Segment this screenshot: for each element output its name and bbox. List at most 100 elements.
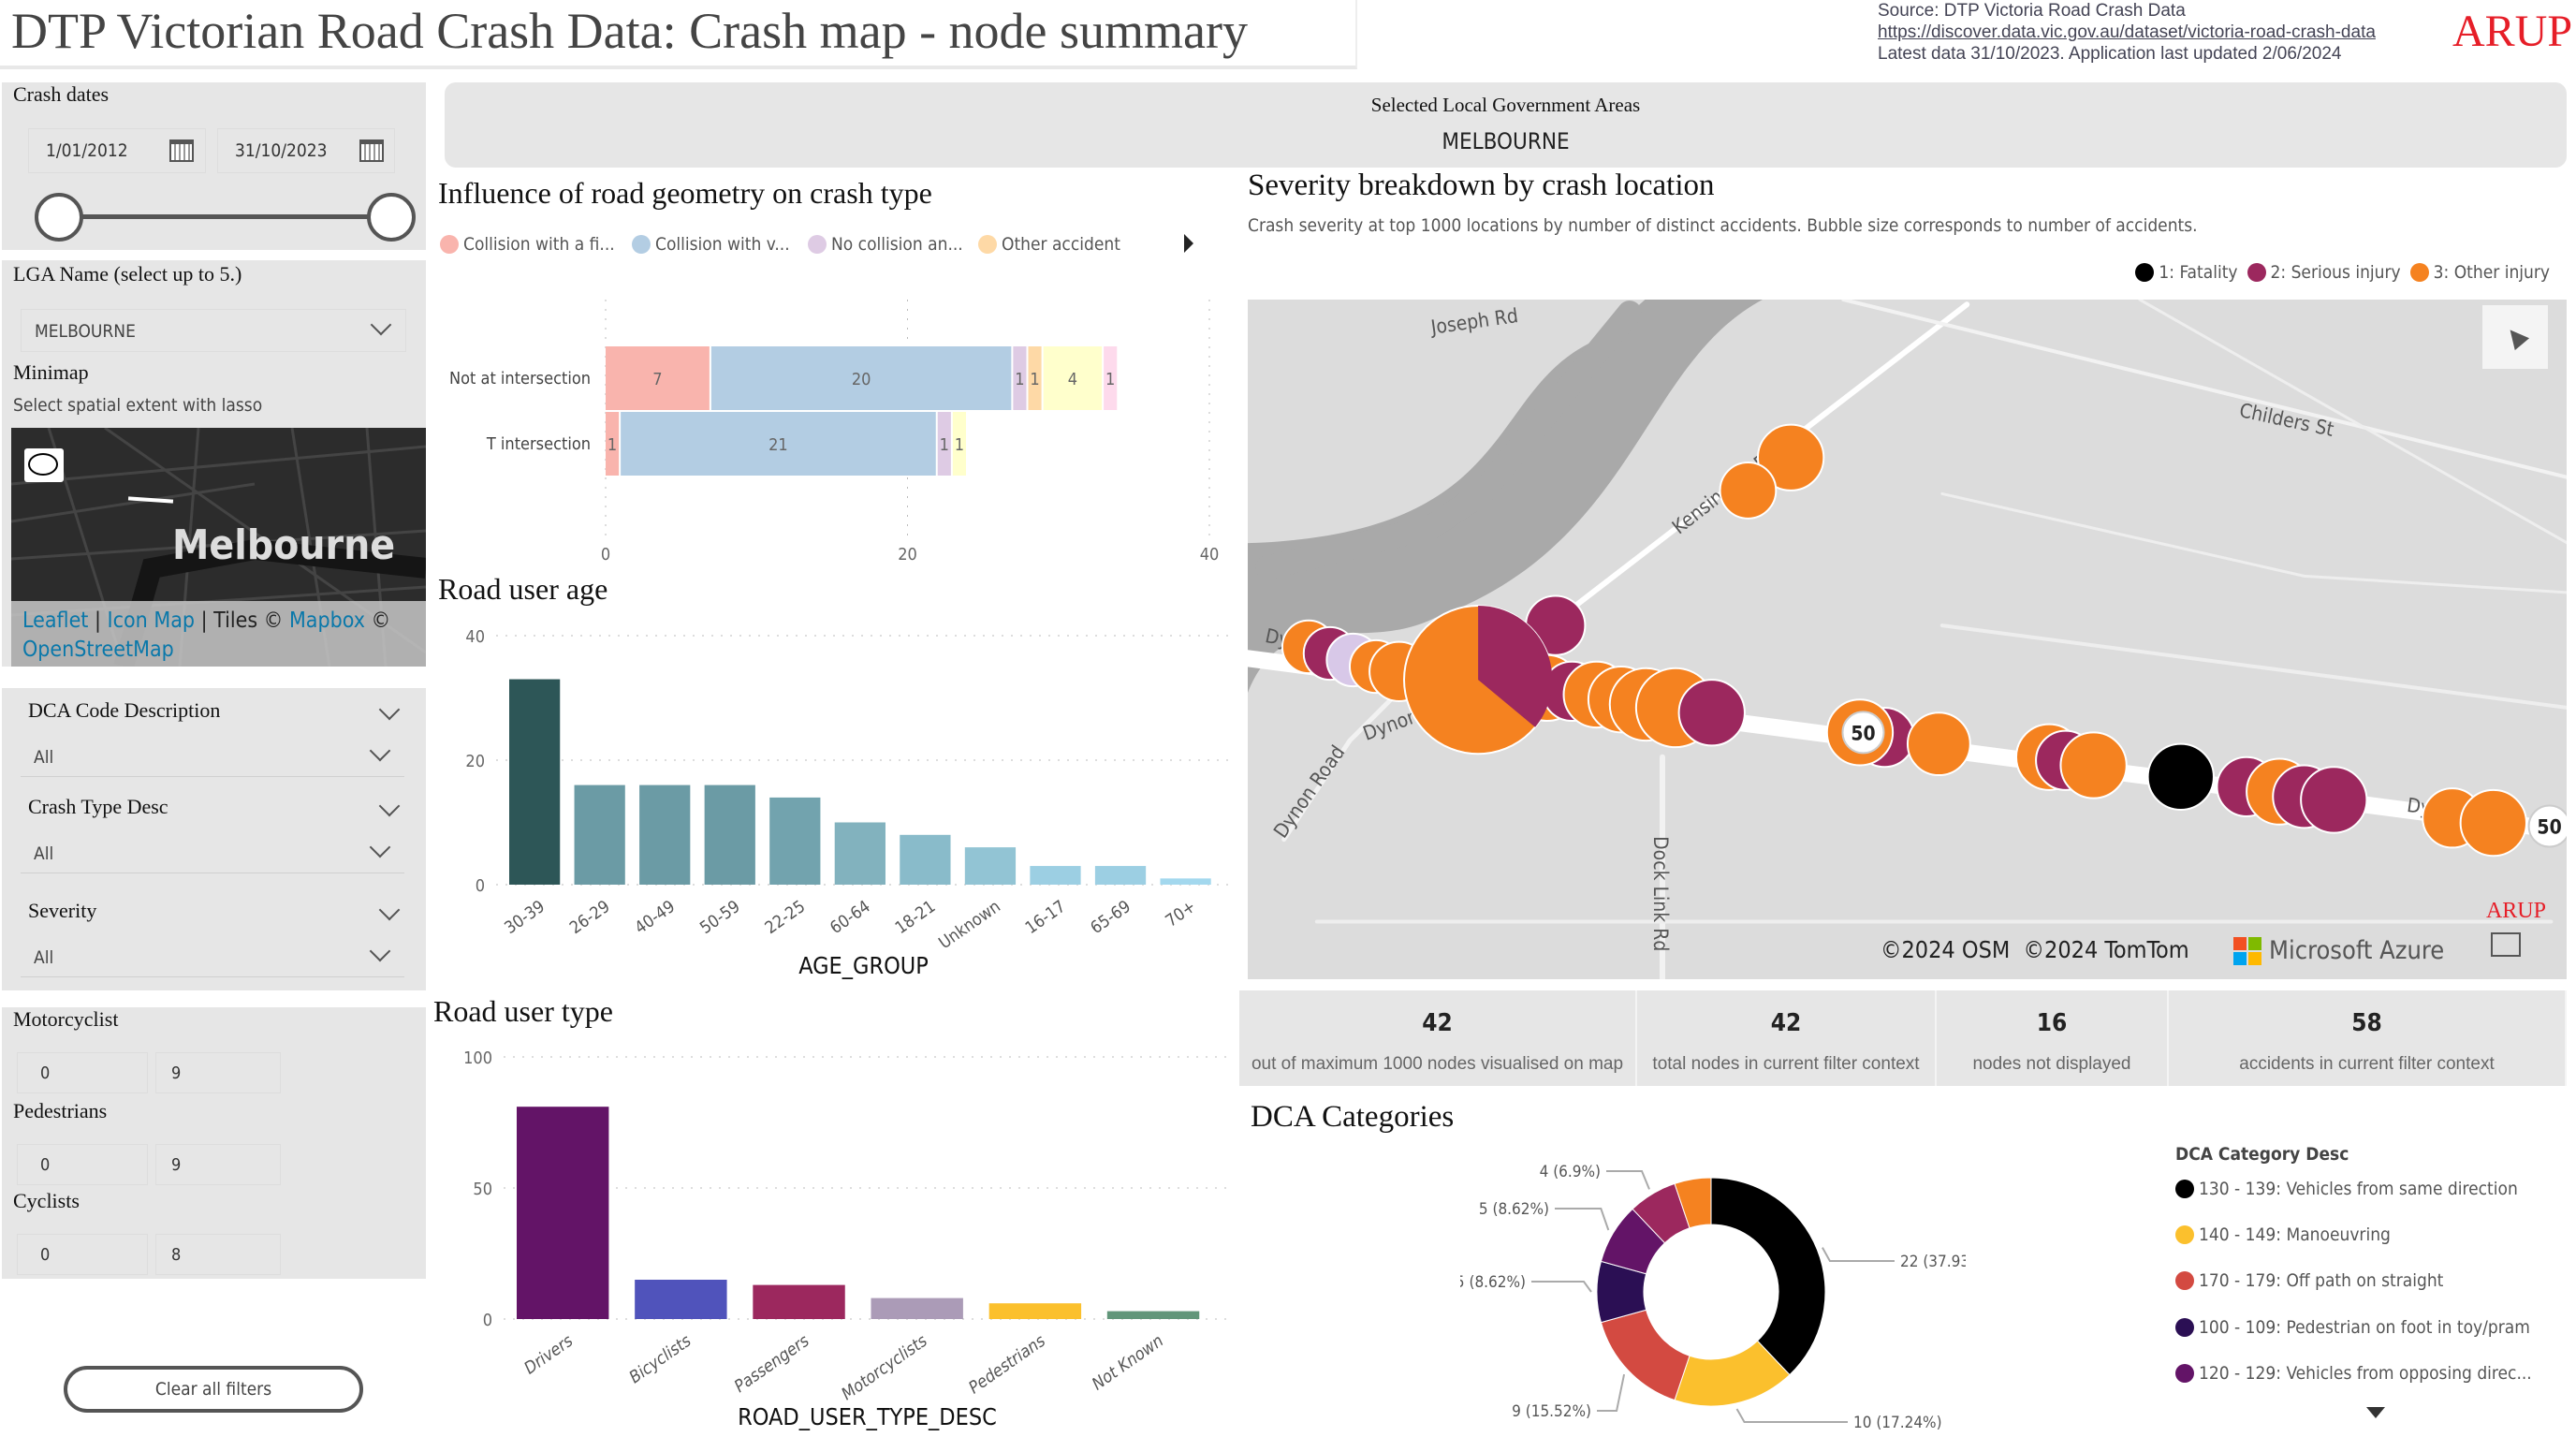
bar [704, 784, 755, 885]
x-category-label: 40-49 [631, 897, 679, 938]
stat-card: 42 out of maximum 1000 nodes visualised o… [1239, 990, 1637, 1086]
road [1940, 491, 2567, 594]
mapbox-link[interactable]: Mapbox [289, 609, 365, 633]
legend-item[interactable]: No collision an... [808, 234, 963, 255]
start-date-input[interactable]: 1/01/2012 [28, 128, 206, 173]
dca-legend-item[interactable]: 120 - 129: Vehicles from opposing direc.… [2175, 1363, 2532, 1384]
stat-card: 58 accidents in current filter context [2169, 990, 2567, 1086]
min-input[interactable]: 0 [17, 1052, 148, 1093]
legend-label: 1: Fatality [2159, 262, 2238, 283]
data-label: 1 [607, 435, 617, 455]
bar [574, 784, 625, 885]
x-category-label: Not Known [1089, 1331, 1167, 1395]
data-label: 4 (6.9%) [1540, 1163, 1601, 1181]
y-tick-label: 40 [465, 627, 485, 647]
calendar-icon[interactable] [359, 139, 384, 162]
lasso-button[interactable] [24, 448, 64, 482]
date-slider-end-handle[interactable] [367, 193, 416, 242]
x-category-label: 60-64 [827, 897, 874, 938]
legend-next-arrow[interactable] [1184, 234, 1193, 253]
legend-item[interactable]: Collision with a fi... [440, 234, 615, 255]
data-label: 1 [940, 435, 949, 455]
bar [1160, 878, 1211, 885]
legend-item[interactable]: Collision with v... [632, 234, 790, 255]
filter-dropdown[interactable]: All [21, 834, 404, 873]
max-value: 9 [171, 1063, 182, 1083]
lga-dropdown[interactable]: MELBOURNE [21, 309, 406, 352]
data-label: 4 [1068, 370, 1077, 389]
road [1939, 623, 2567, 710]
stat-description: out of maximum 1000 nodes visualised on … [1251, 1054, 1624, 1074]
source-link[interactable]: https://discover.data.vic.gov.au/dataset… [1878, 22, 2376, 43]
x-axis-title: AGE_GROUP [798, 952, 929, 979]
filter-value: All [34, 843, 54, 864]
data-label: 9 (15.52%) [1512, 1402, 1591, 1421]
x-category-label: Bicyclists [626, 1331, 695, 1388]
data-label: 20 [852, 370, 871, 389]
date-slider-track[interactable] [59, 214, 391, 219]
data-label: 1 [955, 435, 964, 455]
bar [964, 847, 1017, 885]
chevron-down-icon [370, 314, 392, 336]
map-provider: Microsoft Azure [2269, 936, 2445, 965]
min-input[interactable]: 0 [17, 1144, 148, 1185]
icon-map-link[interactable]: Icon Map [108, 609, 196, 633]
x-category-label: 22-25 [762, 897, 810, 938]
latest-data-text: Latest data 31/10/2023. Application last… [1878, 44, 2342, 64]
legend-swatch [808, 235, 827, 254]
leader-line [1822, 1247, 1895, 1262]
bar [1030, 866, 1081, 885]
max-input[interactable]: 9 [155, 1052, 281, 1093]
lasso-icon [28, 453, 58, 476]
x-tick-label: 40 [1200, 545, 1220, 565]
filter-dropdown[interactable]: All [21, 938, 404, 977]
filter-dropdown[interactable]: All [21, 738, 404, 777]
max-input[interactable]: 8 [155, 1234, 281, 1275]
selected-lga-value: MELBOURNE [1442, 128, 1570, 154]
end-date-input[interactable]: 31/10/2023 [217, 128, 395, 173]
clear-all-filters-button[interactable]: Clear all filters [64, 1366, 363, 1413]
data-label: 10 (17.24%) [1853, 1414, 1942, 1432]
legend-swatch [2247, 263, 2266, 282]
crash-map[interactable]: Joseph RdChilders StKensington RdDynon R… [1248, 300, 2567, 979]
page-title: DTP Victorian Road Crash Data: Crash map… [11, 3, 1248, 59]
minimap[interactable]: Melbourne Leaflet | Icon Map | Tiles © M… [11, 428, 426, 667]
road-user-filter-label: Pedestrians [13, 1099, 108, 1122]
cursor-icon [2502, 323, 2530, 351]
select-tool-button[interactable] [2482, 305, 2548, 369]
calendar-icon[interactable] [169, 139, 194, 162]
bar [769, 797, 821, 885]
map-watermark: ARUP [2485, 899, 2546, 923]
dca-legend-item[interactable]: 140 - 149: Manoeuvring [2175, 1224, 2391, 1245]
date-slider-start-handle[interactable] [35, 193, 83, 242]
leaflet-link[interactable]: Leaflet [22, 609, 88, 633]
bar [988, 1303, 1082, 1319]
dca-legend-item[interactable]: 130 - 139: Vehicles from same direction [2175, 1179, 2518, 1199]
bar [753, 1284, 845, 1319]
data-label: 5 (8.62%) [1479, 1200, 1549, 1219]
donut-slice [1600, 1309, 1690, 1401]
legend-scroll-down-icon[interactable] [2366, 1407, 2385, 1418]
severity-subtitle: Crash severity at top 1000 locations by … [1248, 215, 2198, 236]
legend-label: 100 - 109: Pedestrian on foot in toy/pra… [2199, 1317, 2530, 1338]
legend-swatch [2409, 263, 2429, 282]
x-category-label: Motorcyclists [838, 1331, 931, 1405]
feedback-icon[interactable] [2491, 932, 2521, 957]
map-attribution: ©2024 OSM ©2024 TomTom [1881, 936, 2189, 963]
x-category-label: 65-69 [1087, 897, 1134, 938]
openstreetmap-link[interactable]: OpenStreetMap [22, 638, 174, 662]
leader-line [1531, 1281, 1592, 1293]
stat-value: 42 [1422, 1009, 1453, 1037]
geometry-chart-title: Influence of road geometry on crash type [438, 176, 932, 210]
map-canvas[interactable]: Joseph RdChilders StKensington RdDynon R… [1248, 300, 2567, 979]
dca-legend-item[interactable]: 100 - 109: Pedestrian on foot in toy/pra… [2175, 1317, 2530, 1338]
bar [1106, 1311, 1200, 1319]
age-chart: 0 20 40 30-39 26-29 40-49 50-59 22-25 60-64 18-21… [465, 627, 1231, 979]
max-value: 8 [171, 1245, 182, 1265]
min-input[interactable]: 0 [17, 1234, 148, 1275]
donut-slice [1710, 1177, 1826, 1376]
chevron-down-icon [369, 740, 391, 762]
max-input[interactable]: 9 [155, 1144, 281, 1185]
legend-item[interactable]: Other accident [978, 234, 1120, 255]
dca-legend-item[interactable]: 170 - 179: Off path on straight [2175, 1270, 2443, 1291]
